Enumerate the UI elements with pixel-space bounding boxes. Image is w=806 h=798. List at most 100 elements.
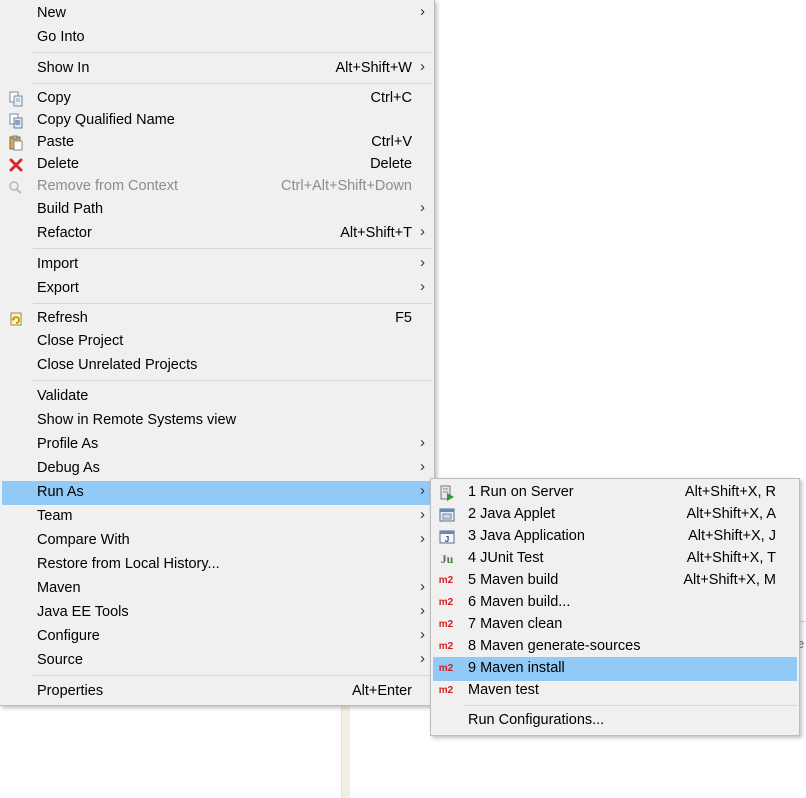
menu-item-team[interactable]: Team › (2, 505, 432, 529)
paste-icon (8, 135, 24, 151)
submenu-arrow-icon: › (420, 278, 425, 295)
menu-item-label: Refactor (37, 225, 92, 241)
submenu-arrow-icon: › (420, 482, 425, 499)
menu-item-label: Go Into (37, 29, 85, 45)
maven-icon: m2 (438, 619, 454, 630)
menu-item-label: 7 Maven clean (468, 616, 563, 632)
menu-item-refresh[interactable]: Refresh F5 (2, 307, 432, 331)
submenu-arrow-icon: › (420, 199, 425, 216)
java-application-icon: J (439, 529, 455, 545)
menu-item-label: New (37, 5, 67, 21)
menu-item-shortcut: F5 (395, 310, 412, 326)
menu-item-label: Team (37, 508, 73, 524)
menu-item-shortcut: Alt+Shift+X, J (688, 528, 776, 544)
menu-item-shortcut: Alt+Shift+X, M (683, 572, 776, 588)
menu-item-label: Validate (37, 388, 89, 404)
menu-separator (33, 675, 432, 676)
menu-item-restore-from-local-history[interactable]: Restore from Local History... (2, 553, 432, 577)
menu-item-shortcut: Delete (370, 156, 412, 172)
menu-item-label: Copy Qualified Name (37, 112, 175, 128)
submenu-arrow-icon: › (420, 3, 425, 20)
menu-item-java-ee-tools[interactable]: Java EE Tools › (2, 601, 432, 625)
maven-icon: m2 (438, 597, 454, 608)
submenu-arrow-icon: › (420, 602, 425, 619)
submenu-item-maven-test[interactable]: m2 Maven test (433, 679, 797, 703)
submenu-arrow-icon: › (420, 578, 425, 595)
java-applet-icon (439, 507, 455, 523)
menu-separator (464, 705, 797, 706)
menu-separator (33, 248, 432, 249)
menu-item-go-into[interactable]: Go Into (2, 26, 432, 50)
menu-item-label: 1 Run on Server (468, 484, 574, 500)
submenu-item-maven-generate-sources[interactable]: m2 8 Maven generate-sources (433, 635, 797, 659)
menu-separator (33, 380, 432, 381)
maven-icon: m2 (438, 685, 454, 696)
menu-item-label: Run Configurations... (468, 712, 605, 728)
menu-item-close-unrelated-projects[interactable]: Close Unrelated Projects (2, 354, 432, 378)
menu-item-delete[interactable]: Delete Delete (2, 153, 432, 177)
submenu-item-maven-build[interactable]: m2 5 Maven build Alt+Shift+X, M (433, 569, 797, 593)
refresh-icon (8, 311, 24, 327)
submenu-arrow-icon: › (420, 434, 425, 451)
menu-item-label: Source (37, 652, 83, 668)
menu-item-label: 3 Java Application (468, 528, 585, 544)
menu-item-source[interactable]: Source › (2, 649, 432, 673)
menu-item-export[interactable]: Export › (2, 277, 432, 301)
junit-icon: Ju (440, 552, 454, 566)
submenu-item-java-applet[interactable]: 2 Java Applet Alt+Shift+X, A (433, 503, 797, 527)
menu-item-label: Delete (37, 156, 79, 172)
menu-item-shortcut: Ctrl+Alt+Shift+Down (281, 178, 412, 194)
menu-item-copy[interactable]: Copy Ctrl+C (2, 87, 432, 111)
submenu-item-maven-install[interactable]: m2 9 Maven install (433, 657, 797, 681)
submenu-item-run-configurations[interactable]: Run Configurations... (433, 709, 797, 733)
menu-item-copy-qualified-name[interactable]: Copy Qualified Name (2, 109, 432, 133)
editor-background-strip (341, 700, 350, 798)
submenu-arrow-icon: › (420, 458, 425, 475)
menu-item-label: 4 JUnit Test (468, 550, 544, 566)
maven-icon: m2 (438, 663, 454, 674)
menu-item-run-as[interactable]: Run As › (2, 481, 432, 505)
menu-item-validate[interactable]: Validate (2, 385, 432, 409)
menu-item-label: Profile As (37, 436, 99, 452)
menu-item-new[interactable]: New › (2, 2, 432, 26)
menu-item-paste[interactable]: Paste Ctrl+V (2, 131, 432, 155)
submenu-item-maven-build-dialog[interactable]: m2 6 Maven build... (433, 591, 797, 615)
menu-separator (33, 52, 432, 53)
menu-item-label: Refresh (37, 310, 88, 326)
menu-item-label: 6 Maven build... (468, 594, 571, 610)
submenu-arrow-icon: › (420, 58, 425, 75)
menu-item-refactor[interactable]: Refactor Alt+Shift+T › (2, 222, 432, 246)
menu-item-label: 2 Java Applet (468, 506, 556, 522)
menu-item-label: Restore from Local History... (37, 556, 220, 572)
menu-item-label: Close Project (37, 333, 124, 349)
menu-item-label: Compare With (37, 532, 130, 548)
menu-item-build-path[interactable]: Build Path › (2, 198, 432, 222)
copy-icon (8, 91, 24, 107)
menu-item-import[interactable]: Import › (2, 253, 432, 277)
menu-item-shortcut: Alt+Enter (351, 683, 412, 699)
menu-item-label: Build Path (37, 201, 104, 217)
menu-item-label: Close Unrelated Projects (37, 357, 198, 373)
menu-item-label: Import (37, 256, 79, 272)
menu-item-label: 9 Maven install (468, 660, 565, 676)
menu-item-shortcut: Alt+Shift+X, T (686, 550, 776, 566)
submenu-item-java-application[interactable]: J 3 Java Application Alt+Shift+X, J (433, 525, 797, 549)
submenu-arrow-icon: › (420, 223, 425, 240)
menu-item-profile-as[interactable]: Profile As › (2, 433, 432, 457)
menu-item-show-in[interactable]: Show In Alt+Shift+W › (2, 57, 432, 81)
menu-item-compare-with[interactable]: Compare With › (2, 529, 432, 553)
menu-item-properties[interactable]: Properties Alt+Enter (2, 680, 432, 704)
menu-item-show-in-remote-systems[interactable]: Show in Remote Systems view (2, 409, 432, 433)
menu-item-configure[interactable]: Configure › (2, 625, 432, 649)
submenu-item-junit-test[interactable]: Ju 4 JUnit Test Alt+Shift+X, T (433, 547, 797, 571)
submenu-arrow-icon: › (420, 650, 425, 667)
menu-item-label: Debug As (37, 460, 100, 476)
menu-item-debug-as[interactable]: Debug As › (2, 457, 432, 481)
menu-item-close-project[interactable]: Close Project (2, 330, 432, 354)
menu-item-shortcut: Alt+Shift+X, R (684, 484, 776, 500)
menu-separator (33, 83, 432, 84)
submenu-item-maven-clean[interactable]: m2 7 Maven clean (433, 613, 797, 637)
submenu-item-run-on-server[interactable]: 1 Run on Server Alt+Shift+X, R (433, 481, 797, 505)
submenu-arrow-icon: › (420, 506, 425, 523)
menu-item-maven[interactable]: Maven › (2, 577, 432, 601)
